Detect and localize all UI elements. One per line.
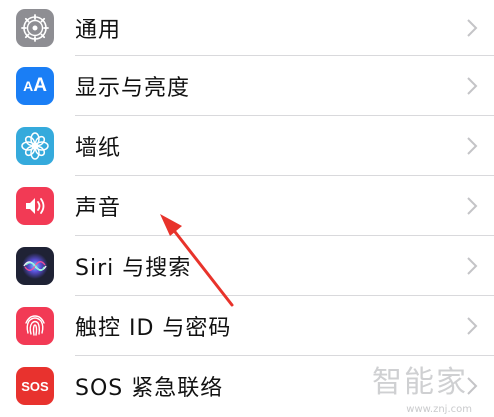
- settings-row-label: SOS 紧急联络: [75, 376, 224, 401]
- chevron-right-icon: [467, 19, 478, 37]
- settings-row-siri-search[interactable]: Siri 与搜索: [0, 236, 494, 296]
- sos-icon: SOS: [16, 367, 54, 405]
- display-aa-icon: AA: [16, 67, 54, 105]
- chevron-right-icon: [467, 77, 478, 95]
- settings-row-label: 显示与亮度: [75, 76, 191, 101]
- settings-row-general[interactable]: 通用: [0, 0, 494, 56]
- chevron-right-icon: [467, 197, 478, 215]
- settings-row-label: 墙纸: [75, 136, 122, 161]
- sos-icon-text: SOS: [21, 378, 49, 394]
- settings-row-touch-id-passcode[interactable]: 触控 ID 与密码: [0, 296, 494, 356]
- siri-icon: [16, 247, 54, 285]
- gear-icon: [16, 9, 54, 47]
- settings-row-wallpaper[interactable]: 墙纸: [0, 116, 494, 176]
- watermark-text: 智能家: [372, 365, 468, 400]
- speaker-icon: [16, 187, 54, 225]
- chevron-right-icon: [467, 317, 478, 335]
- settings-list: 通用 AA 显示与亮度 墙纸 声音 Siri 与搜索 触控 ID 与密码 SOS…: [0, 0, 494, 416]
- settings-row-label: 通用: [75, 18, 122, 43]
- chevron-right-icon: [467, 257, 478, 275]
- chevron-right-icon: [467, 137, 478, 155]
- settings-row-label: 声音: [75, 196, 122, 221]
- watermark-url: www.znj.com: [406, 404, 472, 415]
- settings-screen: 通用 AA 显示与亮度 墙纸 声音 Siri 与搜索 触控 ID 与密码 SOS…: [0, 0, 494, 417]
- settings-row-sounds[interactable]: 声音: [0, 176, 494, 236]
- settings-row-label: 触控 ID 与密码: [75, 316, 232, 341]
- settings-row-label: Siri 与搜索: [75, 256, 192, 281]
- fingerprint-icon: [16, 307, 54, 345]
- settings-row-display-brightness[interactable]: AA 显示与亮度: [0, 56, 494, 116]
- wallpaper-flower-icon: [16, 127, 54, 165]
